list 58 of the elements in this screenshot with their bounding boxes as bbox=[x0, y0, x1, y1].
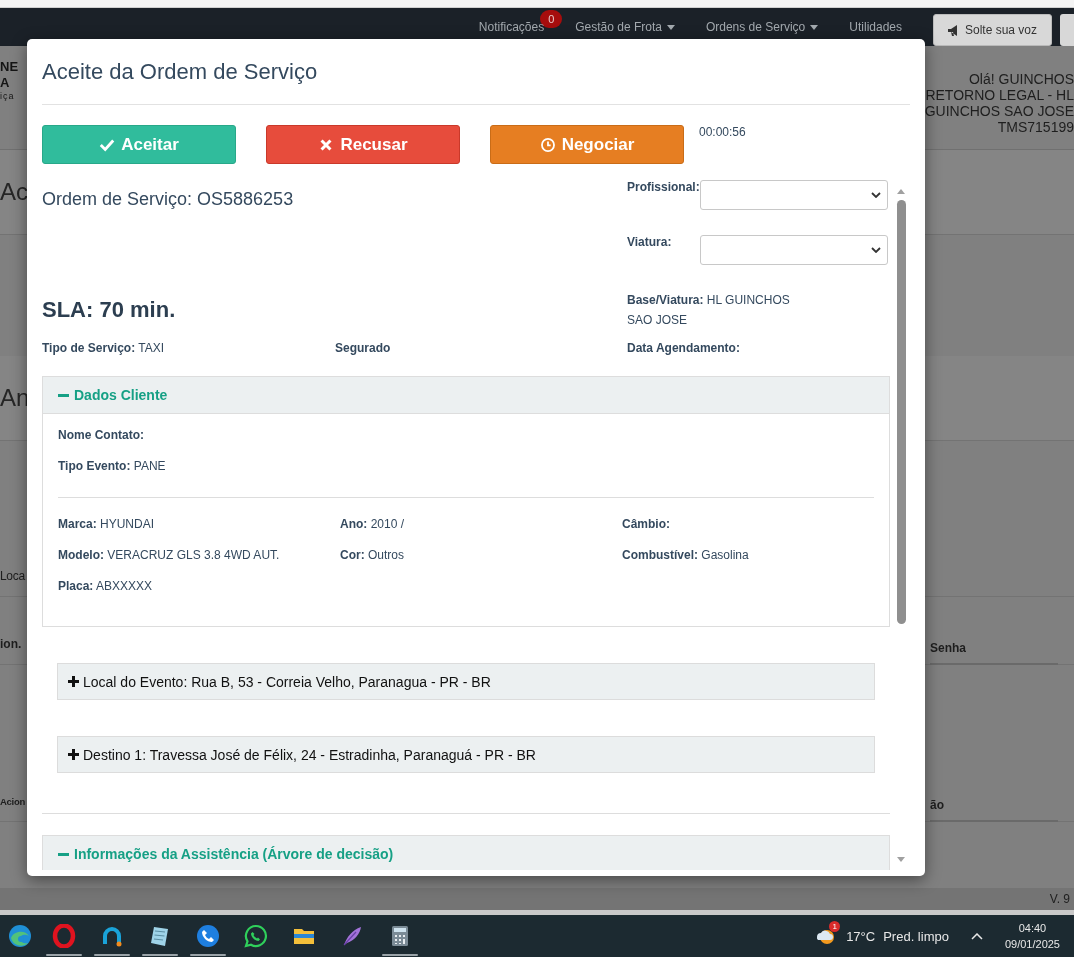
select-field[interactable] bbox=[700, 180, 888, 210]
info-text: Ano: 2010 / bbox=[340, 516, 406, 533]
nav-menu-item[interactable]: Utilidades bbox=[849, 20, 902, 34]
info-text: Câmbio: bbox=[622, 516, 671, 533]
column-header: ão bbox=[930, 798, 1058, 822]
sla-text: SLA: 70 min. bbox=[42, 297, 177, 323]
column-header: Acion bbox=[0, 795, 25, 807]
notification-badge: 1 bbox=[829, 921, 841, 932]
wave-icon bbox=[8, 924, 32, 948]
clock-icon bbox=[539, 136, 556, 153]
nav-menu-item[interactable]: Gestão de Frota bbox=[575, 20, 675, 34]
caret-icon bbox=[666, 24, 675, 30]
section-title: Ac bbox=[0, 178, 28, 206]
feedback-button[interactable]: Solte sua voz bbox=[933, 14, 1052, 46]
greeting-text: GUINCHOS SAO JOSE bbox=[924, 103, 1074, 119]
nav-menu-item[interactable]: Ordens de Serviço bbox=[705, 20, 819, 34]
logo-text: iça bbox=[0, 91, 16, 101]
phone-icon bbox=[196, 924, 220, 948]
taskbar-clock[interactable]: 04:40 09/01/2025 bbox=[1004, 920, 1060, 952]
info-text: Data Agendamento: bbox=[627, 341, 741, 355]
logo-text: A bbox=[0, 75, 11, 91]
column-header: Senha bbox=[930, 641, 1058, 665]
timer-text: 00:00:56 bbox=[699, 125, 746, 139]
ring-icon bbox=[52, 924, 76, 948]
logo-text: NE bbox=[0, 59, 19, 75]
info-text: Tipo de Serviço: TAXI bbox=[42, 341, 166, 355]
location-header[interactable]: Local do Evento: Rua B, 53 - Correia Velho, Paranagua - PR - BR bbox=[57, 663, 875, 700]
order-number: Ordem de Serviço: OS5886253 bbox=[42, 188, 295, 211]
field-label: Profissional: bbox=[627, 180, 700, 194]
field-label: Viatura: bbox=[627, 235, 673, 249]
info-text: Combustível: Gasolina bbox=[622, 547, 750, 564]
megaphone-icon bbox=[947, 24, 960, 36]
greeting-text: TMS715199 bbox=[997, 119, 1074, 135]
temperature-text: 17°C bbox=[846, 928, 876, 944]
greeting-text: Olá! GUINCHOS bbox=[969, 71, 1074, 87]
version-text: V. 9 bbox=[1049, 892, 1070, 906]
info-text: Cor: Outros bbox=[340, 547, 406, 564]
greeting-text: RETORNO LEGAL - HL bbox=[925, 87, 1074, 103]
chevron-up-icon[interactable] bbox=[970, 932, 983, 940]
select-field[interactable] bbox=[700, 235, 888, 265]
caret-icon bbox=[810, 24, 819, 30]
chevron-down-icon bbox=[871, 192, 881, 198]
modal-title: Aceite da Ordem de Serviço bbox=[42, 59, 318, 85]
weather-text: Pred. limpo bbox=[883, 928, 949, 944]
info-text: Modelo: VERACRUZ GLS 3.8 4WD AUT. bbox=[58, 547, 281, 564]
column-header: ion. bbox=[0, 637, 22, 651]
arc-icon bbox=[100, 924, 124, 948]
chat-icon bbox=[244, 924, 268, 948]
info-text: Nome Contato: bbox=[58, 427, 145, 444]
location-header[interactable]: Destino 1: Travessa José de Félix, 24 - Estradinha, Paranaguá - PR - BR bbox=[57, 736, 875, 773]
reject-button[interactable]: Recusar bbox=[266, 125, 460, 164]
info-text: Marca: HYUNDAI bbox=[58, 516, 156, 533]
field-label: Loca bbox=[0, 569, 25, 583]
base-text: Base/Viatura: HL GUINCHOS SAO JOSE bbox=[627, 292, 791, 329]
info-text: Tipo Evento: PANE bbox=[58, 458, 167, 475]
info-text: Placa: ABXXXXX bbox=[58, 578, 154, 595]
info-text: Segurado bbox=[335, 341, 392, 355]
chevron-down-icon bbox=[871, 247, 881, 253]
